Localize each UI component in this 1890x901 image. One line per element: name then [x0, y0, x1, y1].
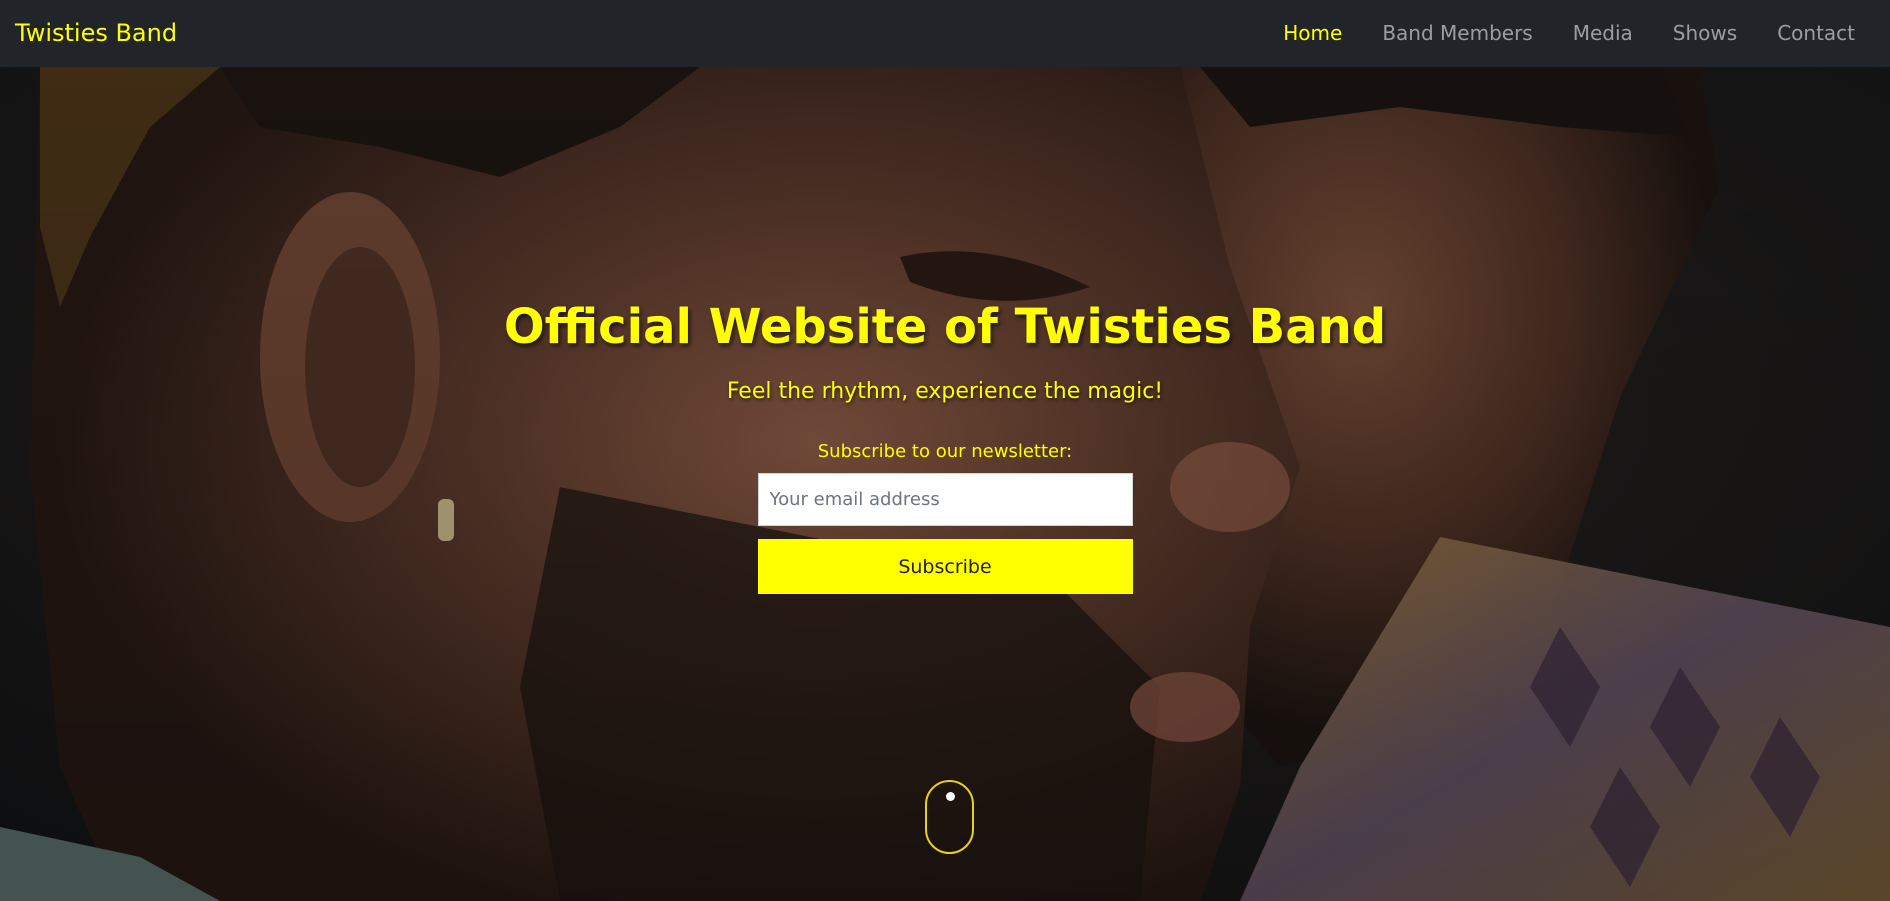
- hero-content: Official Website of Twisties Band Feel t…: [0, 297, 1890, 594]
- hero-title: Official Website of Twisties Band: [503, 299, 1387, 355]
- subscribe-button[interactable]: Subscribe: [757, 539, 1133, 594]
- hero-tagline: Feel the rhythm, experience the magic!: [726, 379, 1164, 404]
- nav-link-contact[interactable]: Contact: [1777, 18, 1855, 48]
- mouse-scroll-icon[interactable]: [925, 780, 974, 854]
- brand-link[interactable]: Twisties Band: [15, 18, 177, 48]
- newsletter-label: Subscribe to our newsletter:: [817, 441, 1073, 462]
- newsletter-form: Subscribe to our newsletter: Subscribe: [757, 440, 1133, 594]
- nav-link-home[interactable]: Home: [1283, 18, 1342, 48]
- nav-link-media[interactable]: Media: [1573, 18, 1633, 48]
- nav-link-shows[interactable]: Shows: [1673, 18, 1737, 48]
- nav-links: Home Band Members Media Shows Contact: [1243, 18, 1855, 48]
- scroll-dot: [946, 792, 955, 801]
- hero-section: Official Website of Twisties Band Feel t…: [0, 67, 1890, 901]
- nav-link-band-members[interactable]: Band Members: [1382, 18, 1532, 48]
- email-input[interactable]: [757, 473, 1133, 526]
- navbar: Twisties Band Home Band Members Media Sh…: [0, 0, 1890, 67]
